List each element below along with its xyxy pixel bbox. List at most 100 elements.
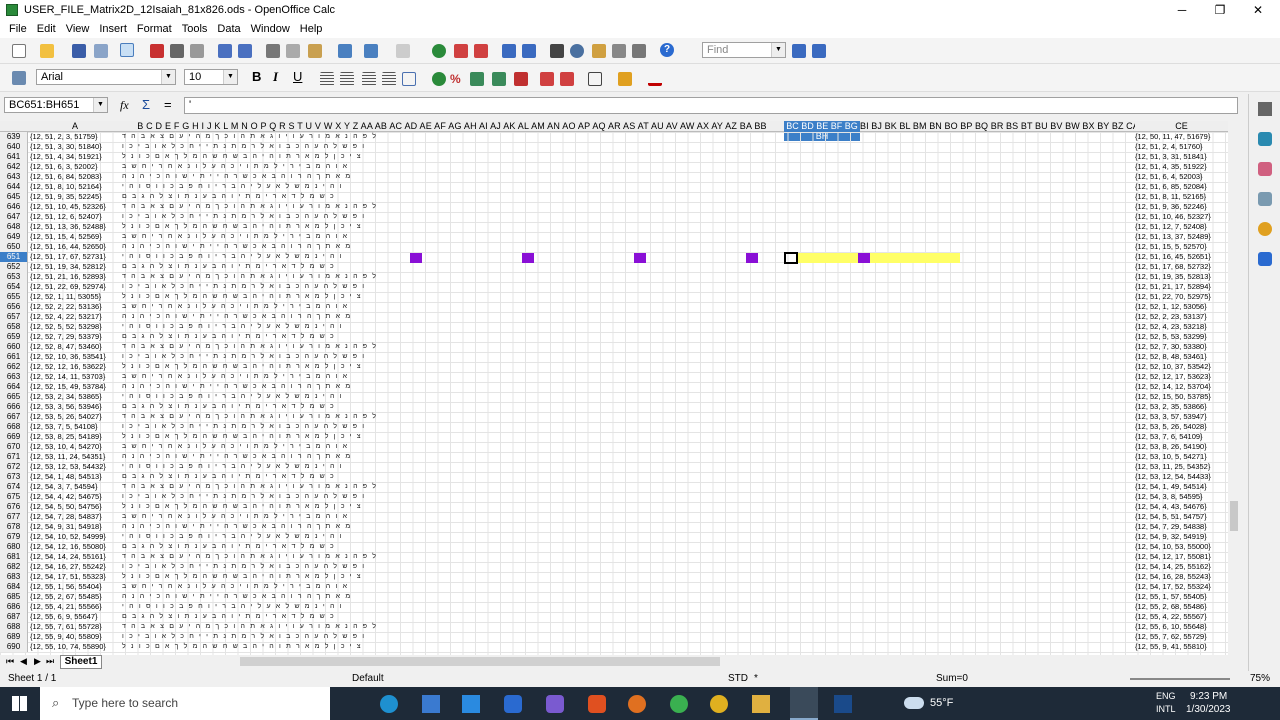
row-header[interactable]: 684 [0,582,28,592]
edge-icon[interactable] [380,695,398,713]
row-header[interactable]: 672 [0,462,28,472]
row-header[interactable]: 649 [0,232,28,242]
highlight-cell[interactable] [858,253,870,263]
cell-a[interactable]: {12, 55, 7, 61, 55728} [30,622,122,632]
cell-ce[interactable]: {12, 51, 21, 17, 52894} [1135,282,1228,292]
bold-button[interactable]: B [252,69,261,84]
save-icon[interactable] [72,44,86,58]
brave-icon[interactable] [588,695,606,713]
cell-ce[interactable]: {12, 55, 2, 68, 55486} [1135,602,1228,612]
cell-a[interactable]: {12, 55, 4, 21, 55566} [30,602,122,612]
highlight-cell[interactable] [410,253,422,263]
cell-a[interactable]: {12, 51, 6, 84, 52083} [30,172,122,182]
font-color-icon[interactable] [648,72,662,86]
row-header[interactable]: 646 [0,202,28,212]
chart-icon[interactable] [502,44,516,58]
cell-a[interactable]: {12, 51, 12, 6, 52407} [30,212,122,222]
export-pdf-icon[interactable] [150,44,164,58]
cell-ce[interactable]: {12, 51, 4, 35, 51922} [1135,162,1228,172]
hebrew-letter-cells[interactable]: מאתךהרוהבאכשרהייתישוהכיהנה [122,172,1135,182]
cell-a[interactable]: {12, 52, 1, 11, 53055} [30,292,122,302]
cell-a[interactable]: {12, 53, 8, 25, 54189} [30,432,122,442]
hebrew-letter-cells[interactable]: לפהנאמורעויוגאתהוכךמהיעםצאבהד [122,622,1135,632]
cell-a[interactable]: {12, 51, 10, 45, 52326} [30,202,122,212]
hebrew-letter-cells[interactable]: ציכןלמארתוהיהבשחשהמלךאםכונל [122,432,1135,442]
hebrew-letter-cells[interactable]: ופשלהעהכבואלרמתנתייחכלאוביכו [122,492,1135,502]
row-header[interactable]: 670 [0,442,28,452]
email-icon[interactable] [94,44,108,58]
cell-ce[interactable]: {12, 50, 11, 47, 51679} [1135,132,1228,142]
chrome-icon[interactable] [710,695,728,713]
weather-icon[interactable] [904,697,924,709]
app-icon[interactable] [670,695,688,713]
redo-icon[interactable] [396,44,410,58]
row-header[interactable]: 665 [0,392,28,402]
column-headers-b-bb[interactable]: B C D E F G H I J K L M N O P Q R S T U … [122,121,782,131]
hebrew-letter-cells[interactable]: כשמלדארימתיוהבענתוצלהגבם [122,402,1135,412]
gallery-icon[interactable] [592,44,606,58]
row-header[interactable]: 669 [0,432,28,442]
row-header[interactable]: 686 [0,602,28,612]
hebrew-letter-cells[interactable]: מאתךהרוהבאכשרהייתישוהכיהנה [122,242,1135,252]
cell-ce[interactable]: {12, 55, 1, 57, 55405} [1135,592,1228,602]
row-header[interactable]: 678 [0,522,28,532]
row-header[interactable]: 647 [0,212,28,222]
row-header[interactable]: 654 [0,282,28,292]
cell-a[interactable]: {12, 51, 22, 69, 52974} [30,282,122,292]
weather-temp[interactable]: 55°F [930,697,953,709]
cell-a[interactable]: {12, 54, 16, 27, 55242} [30,562,122,572]
cell-ce[interactable]: {12, 52, 2, 23, 53137} [1135,312,1228,322]
zoom-icon[interactable] [632,44,646,58]
hebrew-letter-cells[interactable]: ופשלהעהכבואלרמתנתייחכלאוביכו [122,422,1135,432]
cell-a[interactable]: {12, 54, 1, 48, 54513} [30,472,122,482]
cell-a[interactable]: {12, 54, 17, 51, 55323} [30,572,122,582]
highlight-cell[interactable] [746,253,758,263]
hebrew-letter-cells[interactable]: כשמלדארימתיוהבענתוצלהגבם [122,472,1135,482]
hebrew-letter-cells[interactable]: ופשלהעהכבואלרמתנתייחכלאוביכו [122,632,1135,642]
sheet-tab[interactable]: Sheet1 [60,655,102,669]
keyboard-layout[interactable]: INTL [1156,704,1176,714]
calc-taskbar-icon[interactable] [790,687,818,720]
cell-a[interactable]: {12, 55, 2, 67, 55485} [30,592,122,602]
underline-button[interactable]: U [293,69,302,84]
find-previous-icon[interactable] [812,44,826,58]
show-draw-icon[interactable] [522,44,536,58]
highlight-cell[interactable] [522,253,534,263]
justify-icon[interactable] [382,72,396,86]
cell-a[interactable]: {12, 52, 4, 22, 53217} [30,312,122,322]
cell-ce[interactable]: {12, 52, 15, 50, 53785} [1135,392,1228,402]
hebrew-letter-cells[interactable]: והינמשלאעליהבריוחפבכווסוהי [122,532,1135,542]
name-box[interactable]: BC651:BH651 ▼ [4,97,108,113]
cell-a[interactable]: {12, 55, 1, 56, 55404} [30,582,122,592]
vertical-scroll-thumb[interactable] [1230,501,1238,531]
cell-a[interactable]: {12, 51, 6, 3, 52002} [30,162,122,172]
sort-ascending-icon[interactable] [454,44,468,58]
hebrew-letter-cells[interactable]: ופשלהעהכבואלרמתנתייחכלאוביכו [122,282,1135,292]
cell-a[interactable]: {12, 52, 5, 52, 53298} [30,322,122,332]
background-color-icon[interactable] [618,72,632,86]
cell-a[interactable]: {12, 54, 14, 24, 55161} [30,552,122,562]
column-header-ce[interactable]: CE [1135,121,1228,131]
hebrew-letter-cells[interactable]: ציכןלמארתוהיהבשחשהמלךאםכונל [122,152,1135,162]
row-header[interactable]: 658 [0,322,28,332]
cell-a[interactable]: {12, 51, 16, 44, 52650} [30,242,122,252]
row-header[interactable]: 679 [0,532,28,542]
align-left-icon[interactable] [320,72,334,86]
hebrew-letter-cells[interactable]: אוהמבירילמתויכהעלונאחריחשב [122,162,1135,172]
row-header[interactable]: 673 [0,472,28,482]
properties-icon[interactable] [1258,132,1272,146]
italic-button[interactable]: I [273,69,278,85]
row-header[interactable]: 680 [0,542,28,552]
hebrew-letter-cells[interactable]: אוהמבירילמתויכהעלונאחריחשב [122,302,1135,312]
cell-a[interactable]: {12, 54, 12, 16, 55080} [30,542,122,552]
row-header[interactable]: 668 [0,422,28,432]
column-headers-bi-cd[interactable]: BI BJ BK BL BM BN BO BP BQ BR BS BT BU B… [860,121,1135,131]
hebrew-letter-cells[interactable]: כשמלדארימתיוהבענתוצלהגבם [122,332,1135,342]
row-header[interactable]: 675 [0,492,28,502]
hebrew-letter-cells[interactable]: והינמשלאעליהבריוחפבכווסוהי [122,602,1135,612]
styles-icon[interactable] [12,71,26,85]
first-sheet-icon[interactable]: ⏮ [6,656,14,667]
hebrew-letter-cells[interactable]: כשמלדארימתיוהבענתוצלהגבם [122,192,1135,202]
cell-ce[interactable]: {12, 53, 10, 5, 54271} [1135,452,1228,462]
cell-a[interactable]: {12, 54, 5, 50, 54756} [30,502,122,512]
